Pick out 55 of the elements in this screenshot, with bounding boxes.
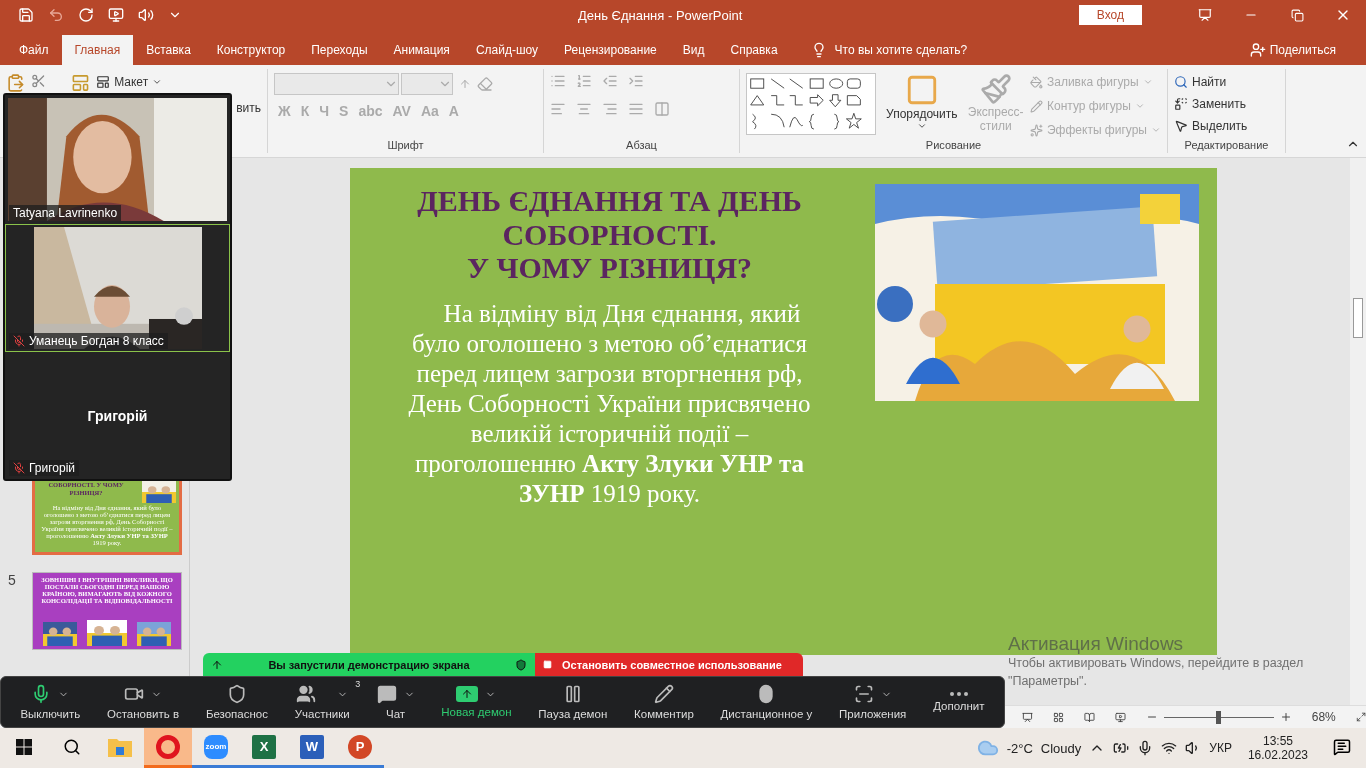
stop-share-button[interactable]: Остановить совместное использование [535, 653, 803, 676]
arrange-button[interactable]: Упорядочить [882, 73, 962, 139]
editing-button[interactable]: Найти [1174, 73, 1279, 91]
window-title: День Єднання - PowerPoint [578, 7, 744, 23]
share-button[interactable]: Поделиться [1243, 35, 1342, 65]
activation-title: Активация Windows [1008, 633, 1185, 655]
powerpoint-icon: P [348, 734, 372, 759]
slide-number: 5 [8, 572, 17, 588]
toolbar-button[interactable]: Новая демон [427, 686, 525, 718]
toolbar-button[interactable]: Остановить в [93, 684, 193, 720]
group-label: Редактирование [1183, 139, 1270, 153]
zoom-level: 68% [1311, 710, 1336, 724]
ribbon-tab[interactable]: Вставка [133, 35, 204, 65]
ribbon-tab[interactable]: Анимация [380, 35, 463, 65]
ribbon-tab[interactable]: Конструктор [203, 35, 299, 65]
layout-button[interactable]: Макет [96, 73, 261, 91]
toolbar-button[interactable]: Выключить [7, 684, 94, 720]
group-label: Абзац [625, 139, 658, 153]
ribbon-tab[interactable]: Рецензирование [551, 35, 670, 65]
name-label: Уманець Богдан 8 класс [9, 333, 168, 349]
participant-count: 3 [355, 679, 361, 689]
toolbar-button[interactable]: Дополнит [919, 692, 998, 712]
activation-text: Чтобы активировать Windows, перейдите в раздел "Параметры". [1008, 655, 1305, 690]
ribbon-tab[interactable]: Главная [61, 35, 134, 65]
word-icon: W [300, 734, 324, 759]
slide-text: На відміну від Дня єднання, який було оголошено з метою об’єднатися перед лицем загрози вторгнення рф, День Соборності України присвячено великій історичній події – проголошенню Акту Злуки УНР та ЗУНР 1919 року. [407, 298, 812, 509]
language-indicator[interactable]: УКР [1209, 741, 1232, 755]
zoom-icon: zoom [204, 734, 228, 759]
name-label: Tatyana Lavrinenko [9, 205, 122, 221]
name-label: Григорій [9, 460, 80, 476]
ribbon-tab[interactable]: Вид [669, 35, 718, 65]
sign-in-button[interactable]: Вход [1078, 5, 1142, 25]
group-label: Шрифт [386, 139, 425, 153]
clock[interactable]: 13:55 16.02.2023 [1237, 728, 1318, 768]
slide-title: ДЕНЬ ЄДНАННЯ ТА ДЕНЬ СОБОРНОСТІ. У ЧОМУ РІЗНИЦЯ? [416, 184, 803, 285]
group-label: Рисование [924, 139, 983, 153]
participant-name: Григорій [87, 407, 148, 424]
toolbar-button[interactable]: Приложения [825, 684, 920, 720]
sharing-text: Вы запустили демонстрацию экрана [268, 658, 470, 671]
temperature: -2°C [1006, 740, 1033, 756]
toolbar-button[interactable]: Пауза демон [524, 684, 621, 720]
reset-button[interactable]: вить [236, 99, 261, 117]
editing-button[interactable]: Заменить [1174, 95, 1279, 113]
editing-button[interactable]: Выделить [1174, 117, 1279, 135]
toolbar-button[interactable]: Комментир [620, 684, 708, 720]
excel-icon: X [252, 734, 276, 759]
toolbar-button[interactable]: Чат [363, 684, 428, 720]
ribbon-tab[interactable]: Справка [717, 35, 791, 65]
tell-me-search[interactable]: Что вы хотите сделать? [804, 35, 974, 65]
ribbon-tab[interactable]: Слайд-шоу [462, 35, 552, 65]
ribbon-tab[interactable]: Файл [6, 35, 62, 65]
weather-text: Cloudy [1040, 740, 1082, 756]
ribbon-tab[interactable]: Переходы [298, 35, 381, 65]
toolbar-button[interactable]: Дистанционное у [707, 684, 826, 720]
toolbar-button[interactable]: Безопаснос [192, 684, 282, 720]
